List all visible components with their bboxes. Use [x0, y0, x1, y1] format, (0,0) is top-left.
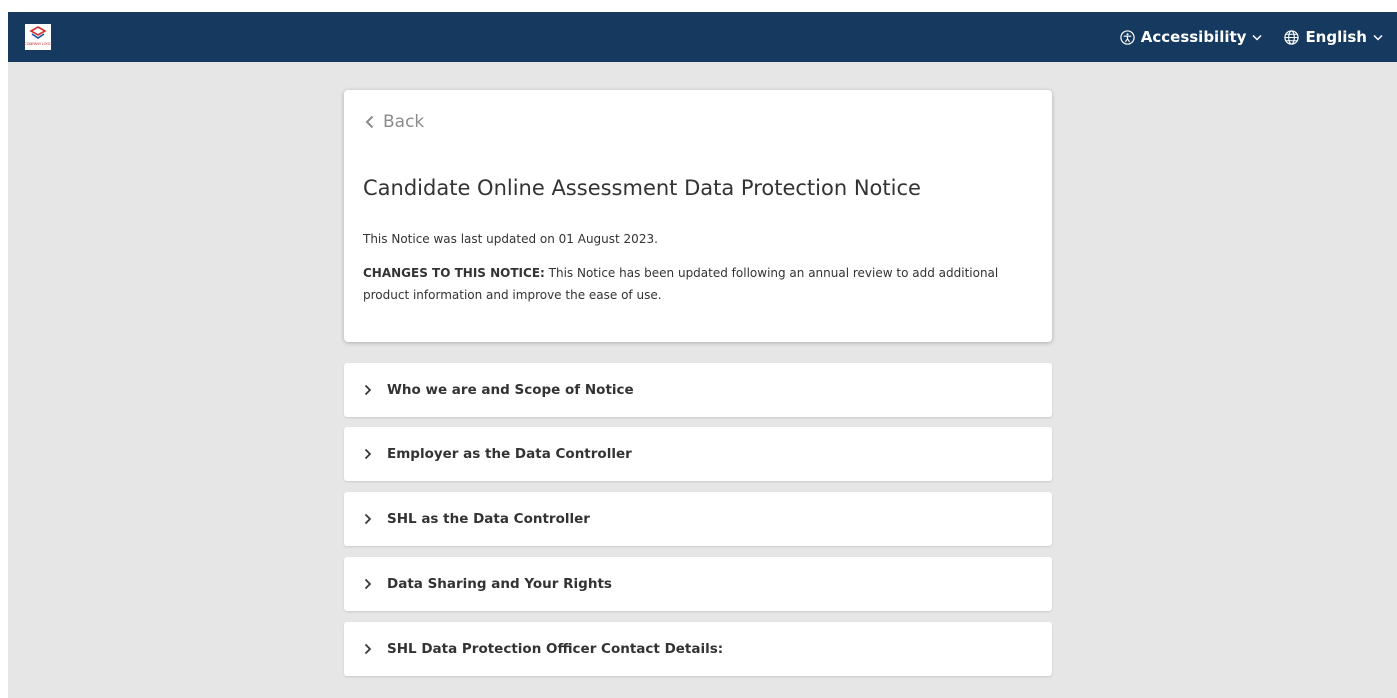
- accordion-label: Who we are and Scope of Notice: [387, 382, 634, 398]
- page-frame: COMPANY LOGO Accessibility English Back …: [8, 12, 1397, 698]
- last-updated-text: This Notice was last updated on 01 Augus…: [363, 232, 658, 246]
- language-label: English: [1305, 28, 1367, 46]
- chevron-right-icon: [364, 578, 372, 590]
- accordion-employer-data-controller[interactable]: Employer as the Data Controller: [344, 427, 1052, 481]
- chevron-right-icon: [364, 448, 372, 460]
- changes-heading: CHANGES TO THIS NOTICE:: [363, 266, 545, 280]
- chevron-right-icon: [364, 513, 372, 525]
- accordion-label: Employer as the Data Controller: [387, 446, 632, 462]
- chevron-right-icon: [364, 384, 372, 396]
- top-nav-menu: Accessibility English: [1120, 28, 1383, 46]
- changes-paragraph: CHANGES TO THIS NOTICE: This Notice has …: [363, 262, 1043, 306]
- company-logo[interactable]: COMPANY LOGO: [24, 24, 52, 50]
- chevron-left-icon: [365, 115, 374, 129]
- language-menu[interactable]: English: [1284, 28, 1383, 46]
- accordion-label: SHL Data Protection Officer Contact Deta…: [387, 641, 724, 657]
- accessibility-label: Accessibility: [1140, 28, 1247, 46]
- page-title: Candidate Online Assessment Data Protect…: [363, 176, 921, 200]
- logo-text: COMPANY LOGO: [24, 42, 52, 46]
- notice-card: Back Candidate Online Assessment Data Pr…: [344, 90, 1052, 342]
- accordion-who-we-are[interactable]: Who we are and Scope of Notice: [344, 363, 1052, 417]
- back-label: Back: [383, 112, 425, 132]
- back-button[interactable]: Back: [365, 112, 424, 132]
- chevron-down-icon: [1252, 34, 1262, 41]
- globe-icon: [1284, 29, 1300, 45]
- accessibility-icon: [1120, 29, 1135, 45]
- accordion-data-sharing-rights[interactable]: Data Sharing and Your Rights: [344, 557, 1052, 611]
- accessibility-menu[interactable]: Accessibility: [1120, 28, 1263, 46]
- accordion-label: Data Sharing and Your Rights: [387, 576, 612, 592]
- accordion-dpo-contact-details[interactable]: SHL Data Protection Officer Contact Deta…: [344, 622, 1052, 676]
- logo-mark-icon: [29, 26, 47, 39]
- chevron-right-icon: [364, 643, 372, 655]
- chevron-down-icon: [1373, 34, 1383, 41]
- top-navigation-bar: COMPANY LOGO Accessibility English: [8, 12, 1397, 62]
- accordion-shl-data-controller[interactable]: SHL as the Data Controller: [344, 492, 1052, 546]
- accordion-label: SHL as the Data Controller: [387, 511, 590, 527]
